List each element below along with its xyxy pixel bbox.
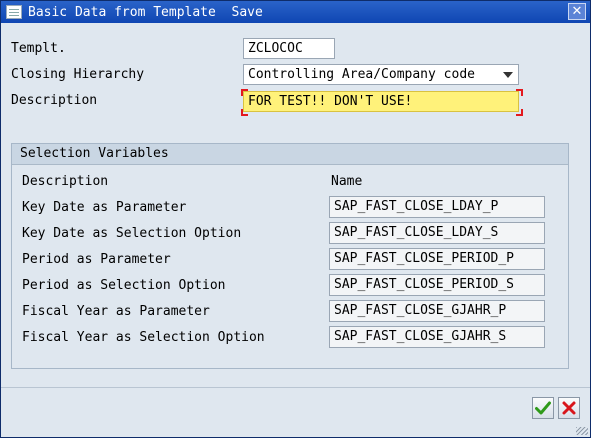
table-row-field[interactable]: SAP_FAST_CLOSE_GJAHR_S [329, 326, 545, 348]
template-label: Templt. [11, 41, 66, 56]
required-marker [241, 109, 248, 116]
resize-grip[interactable] [576, 427, 588, 435]
closing-hierarchy-value: Controlling Area/Company code [248, 67, 475, 82]
table-row-label: Period as Parameter [22, 252, 171, 267]
chevron-down-icon[interactable] [503, 72, 513, 78]
cross-icon [562, 401, 576, 415]
table-row-field[interactable]: SAP_FAST_CLOSE_GJAHR_P [329, 300, 545, 322]
required-marker [516, 89, 523, 96]
selection-variables-group: Selection Variables Description Name Key… [11, 143, 569, 369]
window-title: Basic Data from Template Save [28, 4, 263, 20]
required-marker [516, 109, 523, 116]
confirm-button[interactable] [532, 397, 554, 419]
cancel-button[interactable] [558, 397, 580, 419]
close-button[interactable]: ✕ [568, 3, 586, 20]
description-field[interactable]: FOR TEST!! DON'T USE! [243, 91, 519, 112]
description-label: Description [11, 93, 98, 108]
table-row-field[interactable]: SAP_FAST_CLOSE_LDAY_S [329, 222, 545, 244]
table-row-label: Period as Selection Option [22, 278, 226, 293]
column-header-description: Description [22, 174, 109, 189]
group-header: Selection Variables [12, 144, 568, 165]
table-row-label: Fiscal Year as Parameter [22, 304, 210, 319]
closing-hierarchy-dropdown[interactable]: Controlling Area/Company code [243, 64, 519, 85]
template-field[interactable]: ZCLOCOC [243, 38, 335, 59]
table-row-label: Key Date as Parameter [22, 200, 187, 215]
table-row-label: Key Date as Selection Option [22, 226, 242, 241]
table-row-label: Fiscal Year as Selection Option [22, 330, 265, 345]
dialog-window: Basic Data from Template Save ✕ Templt. … [0, 0, 591, 438]
required-marker [241, 89, 248, 96]
column-header-name: Name [331, 174, 363, 189]
table-row-field[interactable]: SAP_FAST_CLOSE_LDAY_P [329, 196, 545, 218]
group-title: Selection Variables [20, 146, 169, 161]
closing-hierarchy-label: Closing Hierarchy [11, 67, 145, 82]
checkmark-icon [535, 401, 551, 415]
footer-separator [1, 387, 590, 388]
window-icon [6, 5, 22, 19]
title-bar: Basic Data from Template Save ✕ [1, 1, 590, 23]
table-row-field[interactable]: SAP_FAST_CLOSE_PERIOD_P [329, 248, 545, 270]
table-row-field[interactable]: SAP_FAST_CLOSE_PERIOD_S [329, 274, 545, 296]
